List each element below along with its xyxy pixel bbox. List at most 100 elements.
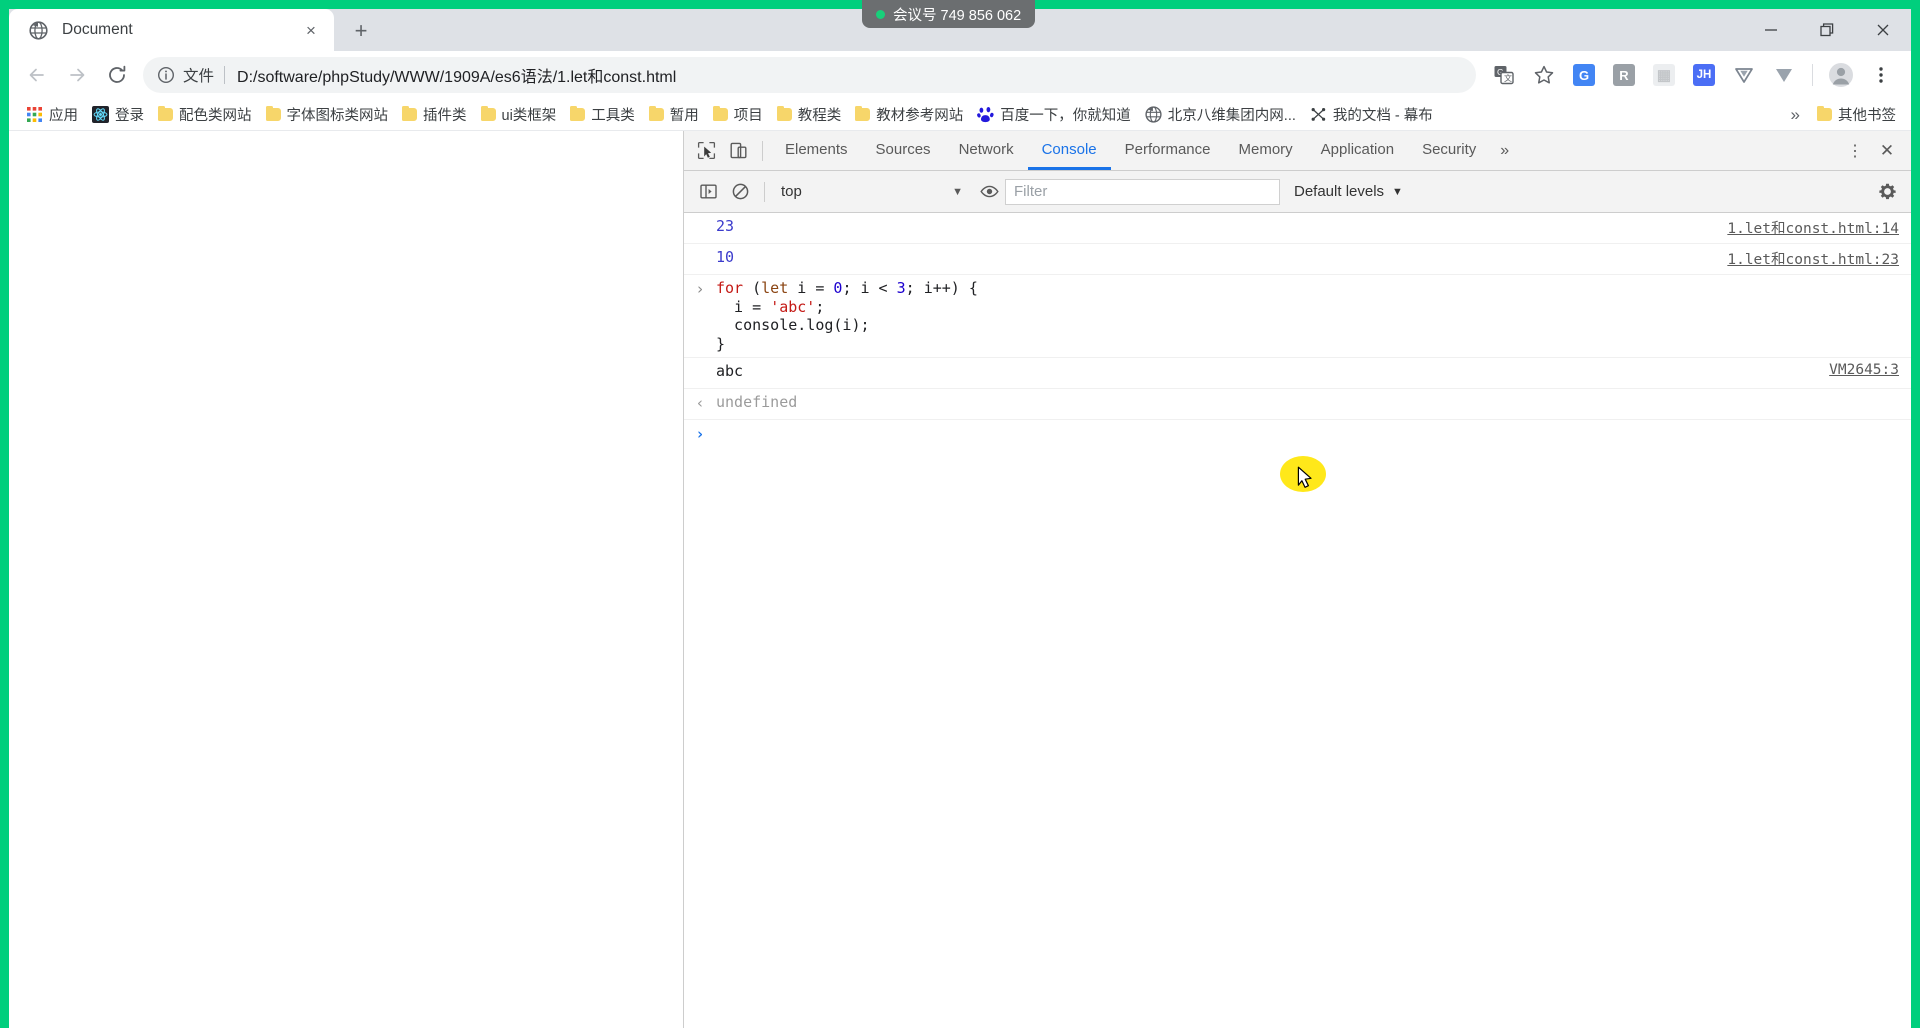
gear-icon[interactable] — [1871, 177, 1903, 207]
console-source-link[interactable]: 1.let和const.html:23 — [1727, 248, 1911, 269]
close-tab-icon[interactable]: × — [300, 19, 322, 41]
tab-elements[interactable]: Elements — [771, 131, 862, 170]
console-message-list[interactable]: 23 1.let和const.html:14 10 1.let和const.ht… — [684, 213, 1911, 1028]
bookmark-label: 工具类 — [591, 108, 635, 124]
devtools-toolbar-divider — [762, 140, 763, 161]
console-context-select[interactable]: top ▼ — [773, 183, 973, 200]
log-levels-label: Default levels — [1294, 183, 1385, 200]
console-row-log[interactable]: 10 1.let和const.html:23 — [684, 244, 1911, 275]
folder-icon — [480, 105, 496, 121]
share-border-right — [1911, 0, 1920, 1028]
toolbar-divider — [1812, 64, 1813, 86]
console-filter-input[interactable] — [1005, 178, 1280, 205]
globe-icon — [29, 20, 48, 40]
browser-tab-document[interactable]: Document × — [9, 9, 334, 51]
console-input-arrow-icon: › — [695, 280, 705, 298]
page-info-icon[interactable] — [157, 66, 175, 84]
v-outline-extension-icon[interactable] — [1727, 58, 1761, 92]
bookmark-item-apps[interactable]: 应用 — [19, 102, 85, 128]
address-bar[interactable]: 文件 D:/software/phpStudy/WWW/1909A/es6语法/… — [143, 57, 1476, 93]
device-toolbar-icon[interactable] — [722, 136, 754, 166]
bookmark-folder-ui-frameworks[interactable]: ui类框架 — [474, 102, 564, 128]
bookmark-folder-reference-sites[interactable]: 教材参考网站 — [848, 102, 970, 128]
bookmark-folder-color-sites[interactable]: 配色类网站 — [151, 102, 259, 128]
bookmark-folder-temp[interactable]: 暂用 — [642, 102, 706, 128]
close-devtools-icon[interactable]: ✕ — [1871, 136, 1903, 166]
bookmark-label: ui类框架 — [501, 108, 557, 124]
close-window-button[interactable] — [1855, 9, 1911, 51]
bookmark-folder-icon-font-sites[interactable]: 字体图标类网站 — [259, 102, 396, 128]
meeting-id-badge[interactable]: 会议号 749 856 062 — [862, 0, 1036, 28]
tab-network[interactable]: Network — [945, 131, 1028, 170]
bookmark-folder-projects[interactable]: 项目 — [706, 102, 770, 128]
google-translate-extension-icon[interactable]: G — [1567, 58, 1601, 92]
console-source-link[interactable]: 1.let和const.html:14 — [1727, 217, 1911, 238]
chrome-menu-icon[interactable] — [1864, 58, 1898, 92]
clear-console-icon[interactable] — [724, 177, 756, 207]
tab-performance[interactable]: Performance — [1111, 131, 1225, 170]
forward-button[interactable] — [57, 55, 97, 95]
console-row-gutter — [684, 362, 716, 363]
inspect-cursor-icon[interactable] — [690, 136, 722, 166]
bookmark-label: 教材参考网站 — [876, 108, 964, 124]
bookmarks-bar: 应用 登录 配色类网站 字体图标类网站 插件类 ui类框架 工具类 暂用 项目 … — [9, 99, 1911, 131]
console-row-result[interactable]: ‹ undefined — [684, 389, 1911, 420]
chevron-down-icon: ▼ — [952, 185, 963, 198]
console-value: 23 — [716, 217, 735, 235]
new-tab-button[interactable]: + — [344, 14, 378, 48]
tab-sources[interactable]: Sources — [862, 131, 945, 170]
bookmark-item-login[interactable]: 登录 — [85, 102, 151, 128]
bookmark-star-icon[interactable] — [1527, 58, 1561, 92]
bookmark-label: 百度一下，你就知道 — [1000, 108, 1131, 124]
tab-memory[interactable]: Memory — [1225, 131, 1307, 170]
url-text[interactable]: D:/software/phpStudy/WWW/1909A/es6语法/1.l… — [237, 63, 676, 87]
bookmark-folder-tools[interactable]: 工具类 — [563, 102, 642, 128]
devtools-panel: Elements Sources Network Console Perform… — [684, 131, 1911, 1028]
bookmark-item-intranet[interactable]: 北京八维集团内网... — [1138, 102, 1303, 128]
bookmarks-overflow-button[interactable]: » — [1781, 105, 1810, 125]
bookmark-item-baidu[interactable]: 百度一下，你就知道 — [970, 102, 1138, 128]
qrcode-extension-icon[interactable]: ▦ — [1647, 58, 1681, 92]
tab-security[interactable]: Security — [1408, 131, 1490, 170]
gt-badge: G — [1573, 64, 1595, 86]
bookmark-label: 其他书签 — [1838, 108, 1896, 124]
bookmark-label: 字体图标类网站 — [286, 108, 389, 124]
meeting-status-dot — [876, 9, 885, 19]
jh-extension-icon[interactable]: JH — [1687, 58, 1721, 92]
back-button[interactable] — [17, 55, 57, 95]
console-value: undefined — [716, 393, 798, 411]
tab-application[interactable]: Application — [1307, 131, 1408, 170]
bookmark-folder-tutorials[interactable]: 教程类 — [770, 102, 849, 128]
console-row-log[interactable]: abc VM2645:3 — [684, 358, 1911, 389]
console-value: abc — [716, 362, 744, 380]
minimize-button[interactable] — [1743, 9, 1799, 51]
folder-icon — [712, 105, 728, 121]
console-log-levels-select[interactable]: Default levels ▼ — [1294, 183, 1403, 200]
profile-avatar[interactable] — [1824, 58, 1858, 92]
reload-button[interactable] — [97, 55, 137, 95]
page-viewport[interactable] — [9, 131, 683, 1028]
bookmark-label: 北京八维集团内网... — [1167, 108, 1296, 124]
baidu-icon — [977, 106, 994, 123]
omnibox-divider — [224, 66, 226, 84]
live-expression-icon[interactable] — [973, 177, 1005, 207]
v-solid-extension-icon[interactable] — [1767, 58, 1801, 92]
folder-icon — [158, 105, 173, 121]
bookmark-item-mubu[interactable]: 我的文档 - 幕布 — [1303, 102, 1440, 128]
browser-toolbar-icons: G 文 G R ▦ JH — [1484, 58, 1901, 92]
more-tabs-icon[interactable]: » — [1490, 142, 1519, 160]
console-row-gutter — [684, 217, 716, 218]
devtools-menu-icon[interactable]: ⋮ — [1839, 136, 1871, 166]
r-extension-icon[interactable]: R — [1607, 58, 1641, 92]
console-row-input[interactable]: › for (let i = 0; i < 3; i++) { i = 'abc… — [684, 275, 1911, 358]
tab-console[interactable]: Console — [1027, 131, 1111, 170]
console-source-link[interactable]: VM2645:3 — [1829, 362, 1911, 378]
maximize-restore-button[interactable] — [1799, 9, 1855, 51]
bookmark-folder-other-bookmarks[interactable]: 其他书签 — [1810, 102, 1903, 128]
bookmark-folder-plugins[interactable]: 插件类 — [395, 102, 474, 128]
console-sidebar-icon[interactable] — [692, 177, 724, 207]
translate-page-icon[interactable]: G 文 — [1487, 58, 1521, 92]
qr-badge: ▦ — [1653, 64, 1675, 86]
console-row-log[interactable]: 23 1.let和const.html:14 — [684, 213, 1911, 244]
console-prompt-row[interactable]: › — [684, 420, 1911, 451]
